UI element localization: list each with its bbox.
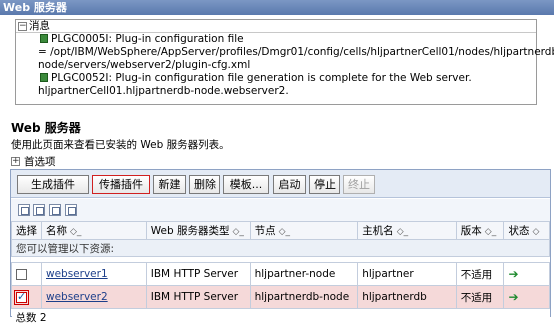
sort-arrows-icon[interactable]: ◇_ [70, 227, 81, 237]
messages-panel: − 消息 PLGC0005I: Plug-in configuration fi… [15, 19, 554, 105]
table-row: webserver2 IBM HTTP Server hljpartnerdb-… [11, 285, 550, 309]
message-line-1: PLGC0005I: Plug-in configuration file [16, 33, 536, 46]
window-title: Web 服务器 [0, 0, 554, 15]
server-node: hljpartner-node [249, 262, 359, 286]
server-version: 不适用 [455, 285, 505, 309]
terminate-button[interactable]: 终止 [343, 175, 375, 194]
message-line-4: PLGC0052I: Plug-in configuration file ge… [16, 72, 536, 85]
select-all-icon[interactable] [18, 204, 30, 216]
messages-heading: 消息 [29, 19, 50, 32]
col-status[interactable]: 状态 ◇ [503, 221, 550, 240]
new-button[interactable]: 新建 [153, 175, 186, 194]
table-tools-row [11, 199, 550, 221]
section-description: 使用此页面来查看已安装的 Web 服务器列表。 [11, 139, 230, 151]
start-button[interactable]: 启动 [273, 175, 306, 194]
sort-arrows-icon[interactable]: ◇_ [397, 227, 408, 237]
manage-resources-text: 您可以管理以下资源: [11, 239, 550, 257]
server-link[interactable]: webserver2 [46, 291, 108, 303]
message-line-3: node/servers/webserver2/plugin-cfg.xml [38, 59, 251, 71]
green-arrow-icon: ➔ [508, 267, 519, 281]
clear-filter-icon[interactable] [65, 204, 77, 216]
expand-icon[interactable]: + [11, 157, 20, 166]
message-line-5: hljpartnerCell01.hljpartnerdb-node.webse… [38, 85, 289, 97]
col-name[interactable]: 名称 ◇_ [41, 221, 147, 240]
server-node: hljpartnerdb-node [249, 285, 359, 309]
stop-button[interactable]: 停止 [309, 175, 340, 194]
table-row: webserver1 IBM HTTP Server hljpartner-no… [11, 262, 550, 286]
messages-header[interactable]: − 消息 [16, 20, 536, 33]
server-list-panel: 生成插件 传播插件 新建 删除 模板... 启动 停止 终止 选择 名称 ◇_ W… [10, 169, 551, 327]
preferences-label: 首选项 [24, 156, 56, 168]
section-title: Web 服务器 [11, 121, 81, 135]
col-host[interactable]: 主机名 ◇_ [357, 221, 457, 240]
total-count: 总数 2 [11, 308, 550, 327]
row-checkbox[interactable] [16, 268, 27, 280]
col-version[interactable]: 版本 ◇_ [455, 221, 505, 240]
message-icon [40, 73, 48, 82]
server-type: IBM HTTP Server [145, 285, 251, 309]
toolbar: 生成插件 传播插件 新建 删除 模板... 启动 停止 终止 [11, 170, 550, 198]
filter-icon[interactable] [49, 204, 61, 216]
collapse-icon[interactable]: − [18, 21, 27, 31]
message-line-2: = /opt/IBM/WebSphere/AppServer/profiles/… [38, 46, 554, 58]
deselect-all-icon[interactable] [33, 204, 45, 216]
row-checkbox[interactable] [14, 289, 29, 305]
server-host: hljpartner [357, 262, 457, 286]
server-table: 选择 名称 ◇_ Web 服务器类型 ◇_ 节点 ◇_ 主机名 ◇_ 版本 ◇_ 状态 ◇ … [11, 221, 550, 327]
server-link[interactable]: webserver1 [46, 268, 108, 280]
col-select: 选择 [11, 221, 42, 240]
template-button[interactable]: 模板... [223, 175, 269, 194]
col-type[interactable]: Web 服务器类型 ◇_ [145, 221, 251, 240]
green-arrow-icon: ➔ [508, 290, 519, 304]
server-host: hljpartnerdb [357, 285, 457, 309]
sort-arrows-icon[interactable]: ◇_ [485, 227, 496, 237]
propagate-plugin-button[interactable]: 传播插件 [92, 175, 150, 194]
preferences-toggle[interactable]: + 首选项 [11, 154, 56, 169]
sort-arrows-icon[interactable]: ◇_ [279, 227, 290, 237]
delete-button[interactable]: 删除 [189, 175, 220, 194]
server-type: IBM HTTP Server [145, 262, 251, 286]
sort-arrows-icon[interactable]: ◇_ [232, 227, 243, 237]
generate-plugin-button[interactable]: 生成插件 [17, 175, 89, 194]
col-node[interactable]: 节点 ◇_ [249, 221, 359, 240]
message-icon [40, 34, 48, 43]
sort-arrows-icon[interactable]: ◇ [532, 227, 539, 237]
server-version: 不适用 [455, 262, 505, 286]
